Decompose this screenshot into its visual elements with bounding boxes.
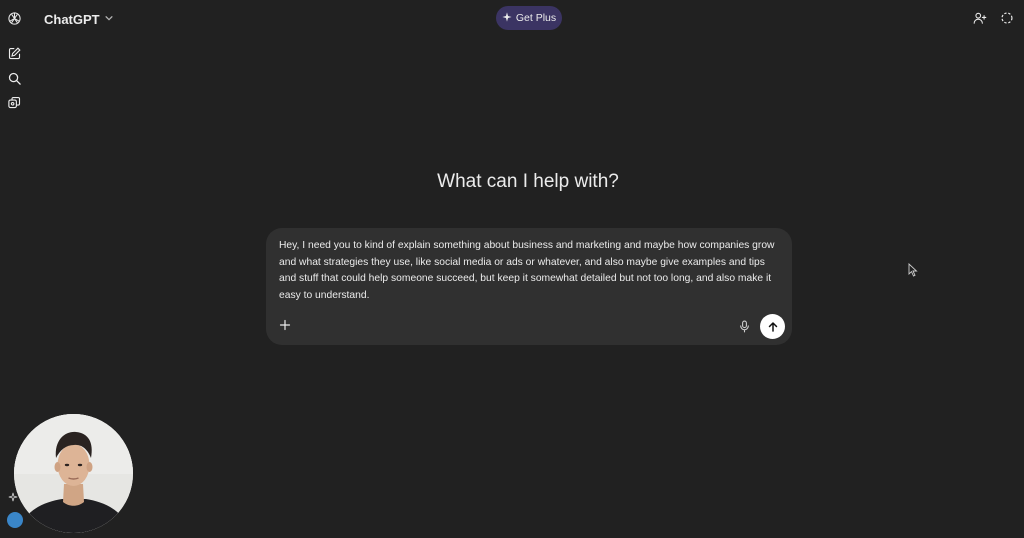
temporary-chat-icon[interactable] <box>999 10 1015 26</box>
model-name: ChatGPT <box>44 11 100 27</box>
search-icon[interactable] <box>6 70 22 86</box>
profile-avatar[interactable] <box>7 512 23 528</box>
prompt-input[interactable]: Hey, I need you to kind of explain somet… <box>279 238 781 304</box>
sparkle-icon[interactable] <box>8 489 18 502</box>
library-icon[interactable] <box>6 94 22 110</box>
dictate-button[interactable] <box>737 319 751 333</box>
openai-logo-icon[interactable] <box>6 10 22 26</box>
composer[interactable]: Hey, I need you to kind of explain somet… <box>266 228 792 345</box>
attach-button[interactable] <box>277 317 292 332</box>
page-headline: What can I help with? <box>437 171 619 192</box>
chevron-down-icon <box>104 10 114 28</box>
sparkle-icon <box>502 11 512 25</box>
webcam-overlay <box>14 414 133 533</box>
get-plus-button[interactable]: Get Plus <box>496 6 562 30</box>
new-chat-icon[interactable] <box>6 45 22 61</box>
send-button[interactable] <box>760 314 785 339</box>
get-plus-label: Get Plus <box>515 12 557 24</box>
add-person-icon[interactable] <box>972 10 988 26</box>
mouse-cursor-icon <box>908 262 918 277</box>
model-picker[interactable]: ChatGPT <box>44 10 114 28</box>
